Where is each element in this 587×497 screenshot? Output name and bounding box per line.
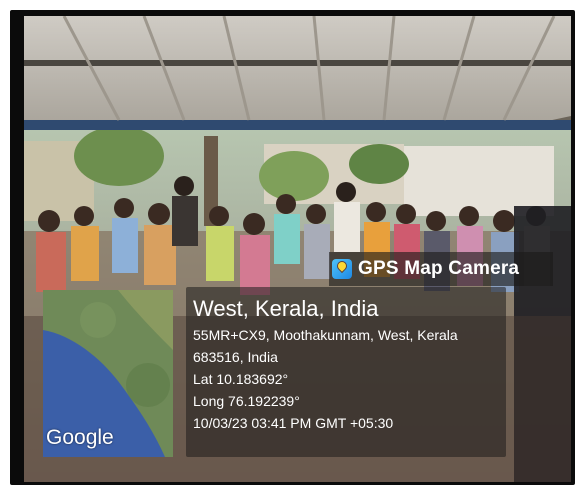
roof-beam [24, 60, 571, 66]
location-details: West, Kerala, India 55MR+CX9, Moothakunn… [193, 294, 505, 434]
roof-gutter [24, 120, 571, 130]
app-badge-label: GPS Map Camera [358, 258, 520, 279]
map-thumbnail: Google [43, 290, 173, 457]
roof-sheets [24, 16, 571, 126]
google-logo-text: Google [46, 426, 114, 449]
tree [74, 126, 164, 186]
longitude-text: Long 76.192239° [193, 393, 300, 409]
building [404, 146, 554, 216]
tree [349, 144, 409, 184]
tree [259, 151, 329, 201]
location-title: West, Kerala, India [193, 296, 379, 321]
timestamp-text: 10/03/23 03:41 PM GMT +05:30 [193, 415, 394, 431]
gps-map-camera-badge: GPS Map Camera [329, 252, 553, 286]
address-line-2: 683516, India [193, 349, 278, 365]
address-line-1: 55MR+CX9, Moothakunnam, West, Kerala [193, 327, 458, 343]
latitude-text: Lat 10.183692° [193, 371, 289, 387]
gps-map-camera-icon [332, 259, 352, 279]
